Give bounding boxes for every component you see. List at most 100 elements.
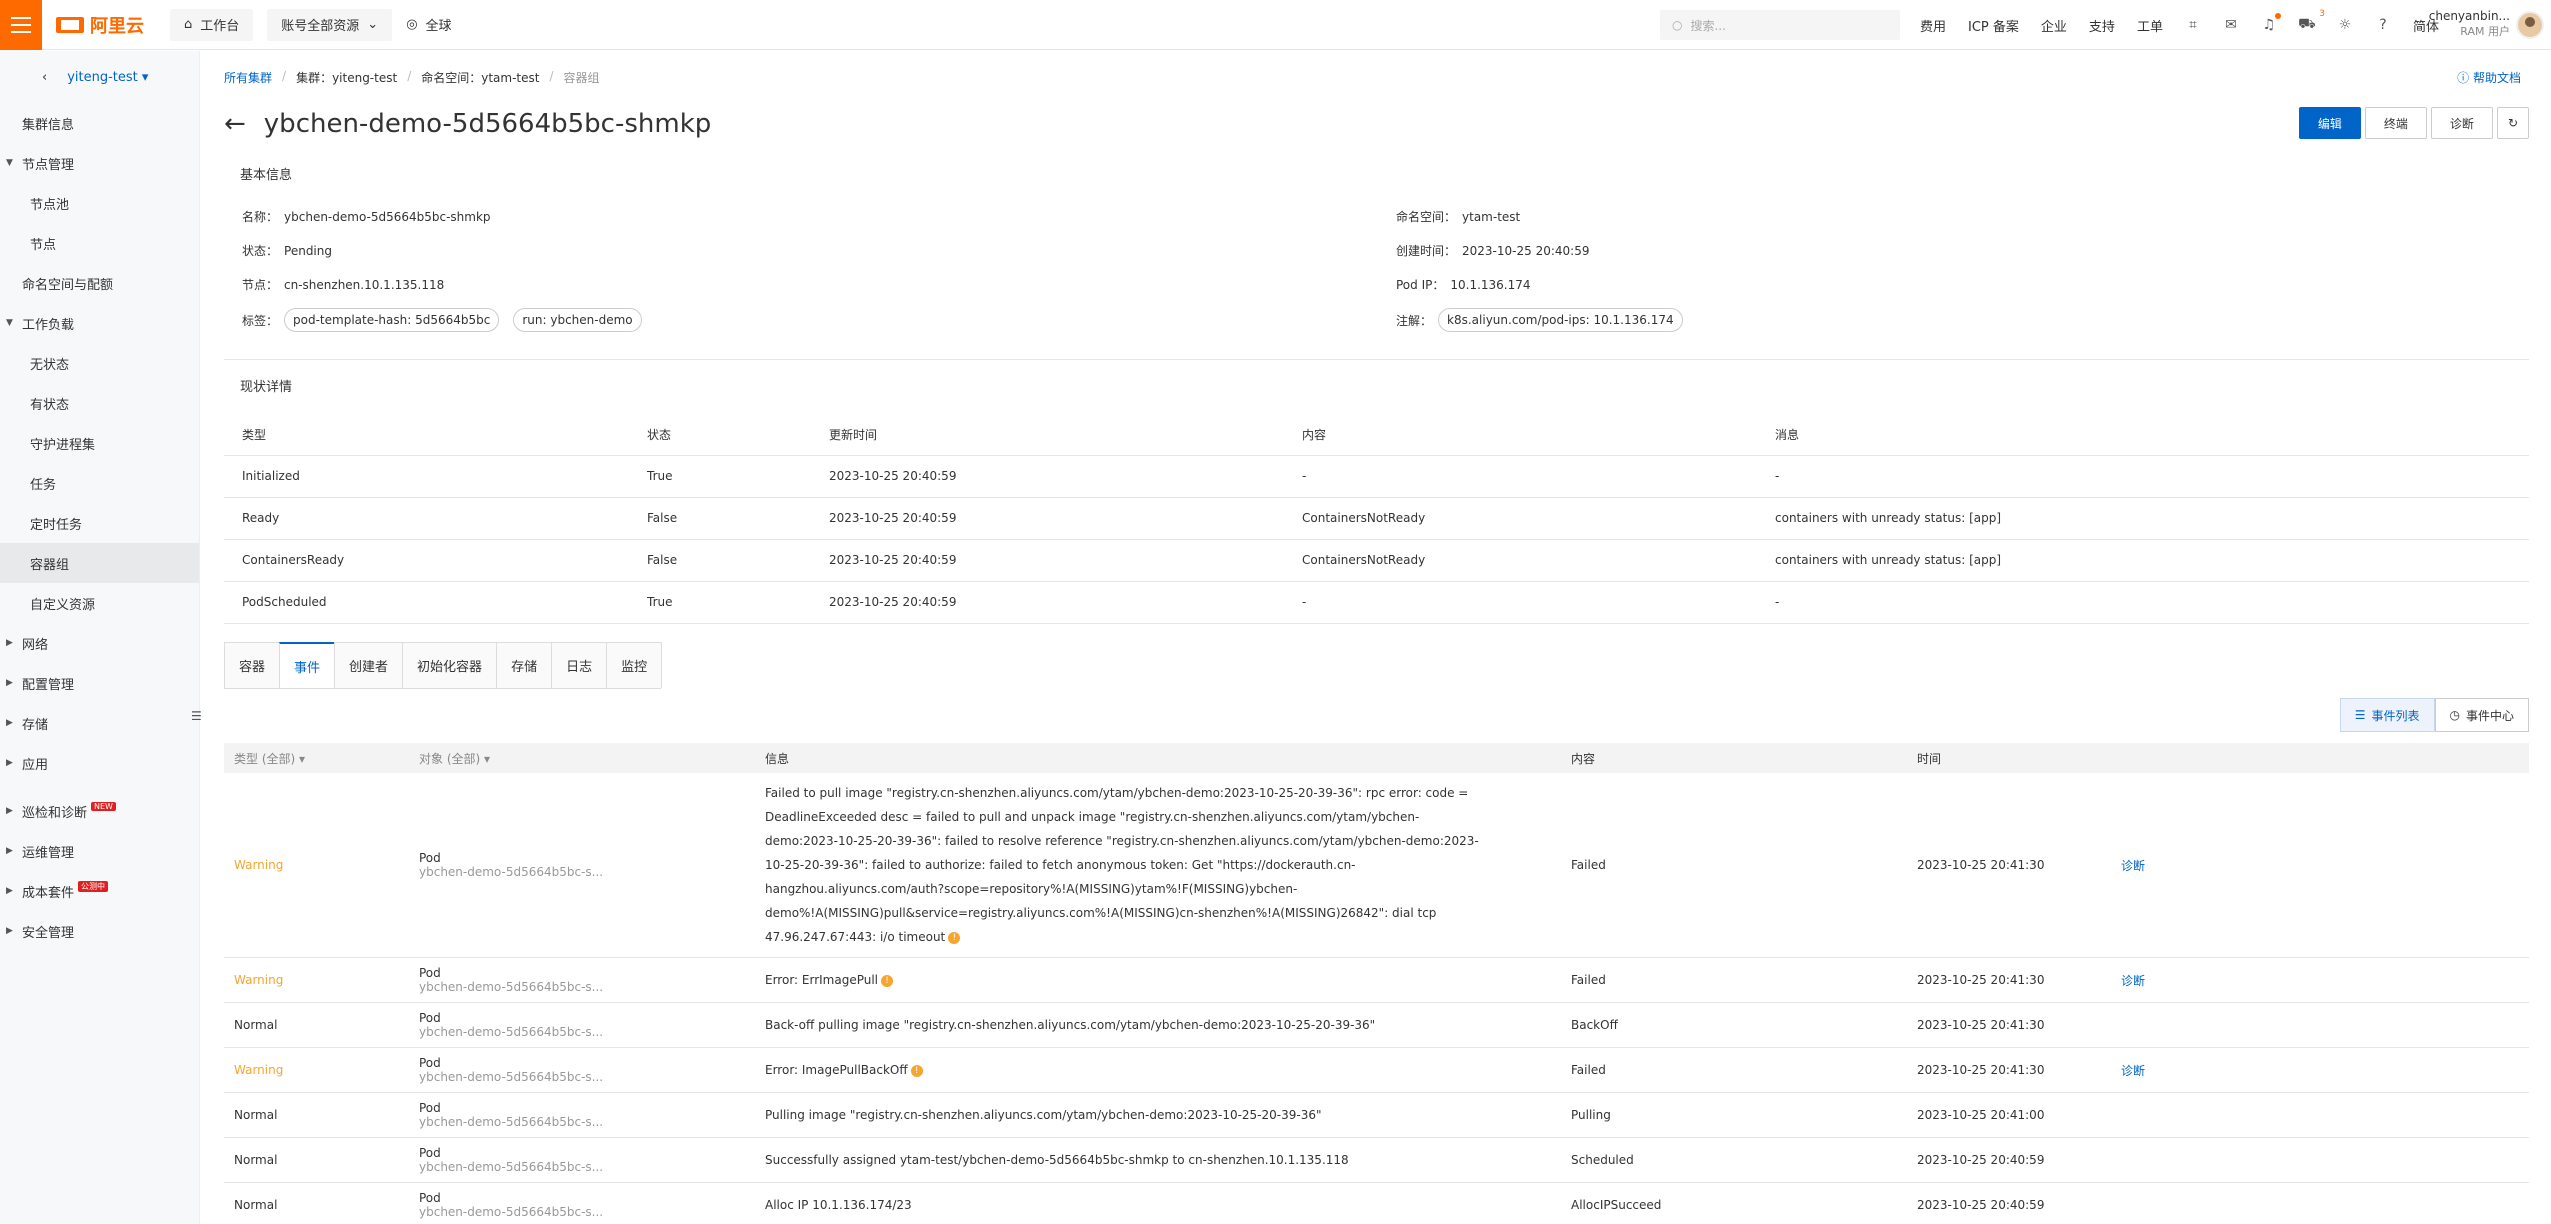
cart-icon[interactable]: ⛟ 3 <box>2298 9 2325 33</box>
lightbulb-icon[interactable]: ☼ <box>2337 17 2353 33</box>
col-message: 消息 <box>1757 415 2529 456</box>
workbench-button[interactable]: ⌂ 工作台 <box>170 8 254 41</box>
col-type-filter[interactable]: 类型 (全部) ▾ <box>224 743 409 773</box>
table-header: 类型 (全部) ▾ 对象 (全部) ▾ 信息 内容 时间 <box>224 743 2529 773</box>
caret-right-icon: ▶ <box>6 718 13 728</box>
tab-init-containers[interactable]: 初始化容器 <box>402 642 498 688</box>
info-icon[interactable]: ! <box>881 974 894 987</box>
bell-icon[interactable]: ♫ <box>2261 13 2281 33</box>
sidebar-item-job[interactable]: 任务 <box>0 463 199 503</box>
event-message-text: Error: ErrImagePull <box>765 973 879 987</box>
table-header: 类型 状态 更新时间 内容 消息 <box>224 415 2529 456</box>
breadcrumb-namespace[interactable]: 命名空间：ytam-test <box>421 69 539 86</box>
sidebar-item-label: 网络 <box>22 637 49 653</box>
event-list-button[interactable]: ☰ 事件列表 <box>2339 698 2435 732</box>
event-object-name: ybchen-demo-5d5664b5bc-s... <box>419 1070 604 1084</box>
back-arrow-icon[interactable]: ← <box>224 109 246 139</box>
info-labels: 标签： pod-template-hash: 5d5664b5bc run: ybc… <box>242 308 650 332</box>
sidebar-item-custom-resource[interactable]: 自定义资源 <box>0 583 199 623</box>
sidebar-item-cluster-info[interactable]: 集群信息 <box>0 103 199 143</box>
sidebar-item-deployment[interactable]: 无状态 <box>0 343 199 383</box>
cell: 2023-10-25 20:40:59 <box>811 497 1284 540</box>
user-menu[interactable]: chenyanbin... RAM 用户 <box>2420 8 2510 40</box>
menu-icon[interactable] <box>0 0 42 50</box>
tab-monitor[interactable]: 监控 <box>606 642 663 688</box>
event-message: Alloc IP 10.1.136.174/23 <box>755 1182 1561 1224</box>
sidebar-item-namespace[interactable]: 命名空间与配额 <box>0 263 199 303</box>
terminal-button[interactable]: 终端 <box>2364 107 2427 139</box>
tab-containers[interactable]: 容器 <box>224 642 281 688</box>
sidebar-item-statefulset[interactable]: 有状态 <box>0 383 199 423</box>
search-input[interactable]: ○ 搜索... <box>1660 10 1900 40</box>
top-link-enterprise[interactable]: 企业 <box>2041 16 2067 35</box>
col-object-filter[interactable]: 对象 (全部) ▾ <box>409 743 755 773</box>
event-object-kind: Pod <box>419 966 441 980</box>
diagnose-link[interactable]: 诊断 <box>2111 957 2529 1003</box>
cloudshell-icon[interactable]: ⌗ <box>2185 17 2201 33</box>
cell: Initialized <box>224 455 629 498</box>
cell: True <box>629 581 811 624</box>
sidebar-item-label: 应用 <box>22 757 49 773</box>
event-action <box>2111 1137 2529 1183</box>
tab-logs[interactable]: 日志 <box>551 642 608 688</box>
diagnose-button[interactable]: 诊断 <box>2430 107 2493 139</box>
info-icon[interactable]: ! <box>948 931 961 944</box>
tab-storage[interactable]: 存储 <box>496 642 553 688</box>
sidebar-item-config[interactable]: ▶ 配置管理 <box>0 663 199 703</box>
info-value: 10.1.136.174 <box>1450 277 1531 292</box>
event-center-button[interactable]: ◷ 事件中心 <box>2434 698 2529 732</box>
chevron-left-icon[interactable]: ‹ <box>42 70 47 85</box>
tab-events[interactable]: 事件 <box>279 642 336 688</box>
list-icon: ☰ <box>2354 708 2366 722</box>
caret-right-icon: ▶ <box>6 638 13 648</box>
help-doc-link[interactable]: ⓘ 帮助文档 <box>2457 69 2521 86</box>
event-type: Warning <box>224 773 409 958</box>
col-type: 类型 <box>224 415 629 456</box>
sidebar-item-storage[interactable]: ▶ 存储 <box>0 703 199 743</box>
top-link-billing[interactable]: 费用 <box>1920 16 1946 35</box>
sidebar-item-cronjob[interactable]: 定时任务 <box>0 503 199 543</box>
sidebar-item-inspection[interactable]: ▶ 巡检和诊断 NEW <box>0 791 199 831</box>
action-bar: 编辑 终端 诊断 ↻ <box>2298 107 2529 139</box>
tab-creator[interactable]: 创建者 <box>334 642 404 688</box>
top-link-support[interactable]: 支持 <box>2089 16 2115 35</box>
logo-text: 阿里云 <box>90 15 144 37</box>
event-object-kind: Pod <box>419 1011 441 1025</box>
sidebar-item-pods[interactable]: 容器组 <box>0 543 199 583</box>
region-select[interactable]: ◎ 全球 <box>406 15 451 34</box>
sidebar-item-node-management[interactable]: ▼ 节点管理 <box>0 143 199 183</box>
info-value: Pending <box>284 243 332 258</box>
top-link-ticket[interactable]: 工单 <box>2137 16 2163 35</box>
sidebar-item-node-pool[interactable]: 节点池 <box>0 183 199 223</box>
diagnose-link[interactable]: 诊断 <box>2111 1047 2529 1093</box>
sidebar-item-label: 安全管理 <box>22 925 75 941</box>
sidebar-item-security[interactable]: ▶ 安全管理 <box>0 911 199 951</box>
breadcrumb-cluster[interactable]: 集群：yiteng-test <box>296 69 397 86</box>
sidebar-item-network[interactable]: ▶ 网络 <box>0 623 199 663</box>
event-message: Pulling image "registry.cn-shenzhen.aliy… <box>755 1092 1561 1138</box>
sidebar-item-workload[interactable]: ▼ 工作负载 <box>0 303 199 343</box>
refresh-icon[interactable]: ↻ <box>2496 107 2529 139</box>
edit-button[interactable]: 编辑 <box>2298 107 2361 139</box>
sidebar-item-apps[interactable]: ▶ 应用 <box>0 743 199 783</box>
avatar[interactable] <box>2516 11 2544 39</box>
help-icon[interactable]: ? <box>2375 17 2391 33</box>
event-object-kind: Pod <box>419 1056 441 1070</box>
sidebar-item-node[interactable]: 节点 <box>0 223 199 263</box>
message-icon[interactable]: ✉ <box>2223 17 2239 33</box>
sidebar-item-ops[interactable]: ▶ 运维管理 <box>0 831 199 871</box>
resource-scope-select[interactable]: 账号全部资源 ⌄ <box>267 8 393 41</box>
sidebar-item-cost[interactable]: ▶ 成本套件 公测中 <box>0 871 199 911</box>
diagnose-link[interactable]: 诊断 <box>2111 773 2529 958</box>
logo[interactable]: 阿里云 <box>56 12 156 38</box>
event-type: Normal <box>224 1182 409 1224</box>
breadcrumb-all-clusters[interactable]: 所有集群 <box>224 69 272 86</box>
table-row: Normal Pod ybchen-demo-5d5664b5bc-s... Al… <box>224 1182 2529 1224</box>
info-icon[interactable]: ! <box>910 1064 923 1077</box>
sidebar-item-daemonset[interactable]: 守护进程集 <box>0 423 199 463</box>
top-link-icp[interactable]: ICP 备案 <box>1968 16 2019 35</box>
cluster-switcher[interactable]: ‹ yiteng-test ▾ <box>0 51 199 103</box>
event-content: AllocIPSucceed <box>1561 1182 1907 1224</box>
col-content: 内容 <box>1561 743 1907 773</box>
event-object-kind: Pod <box>419 1146 441 1160</box>
